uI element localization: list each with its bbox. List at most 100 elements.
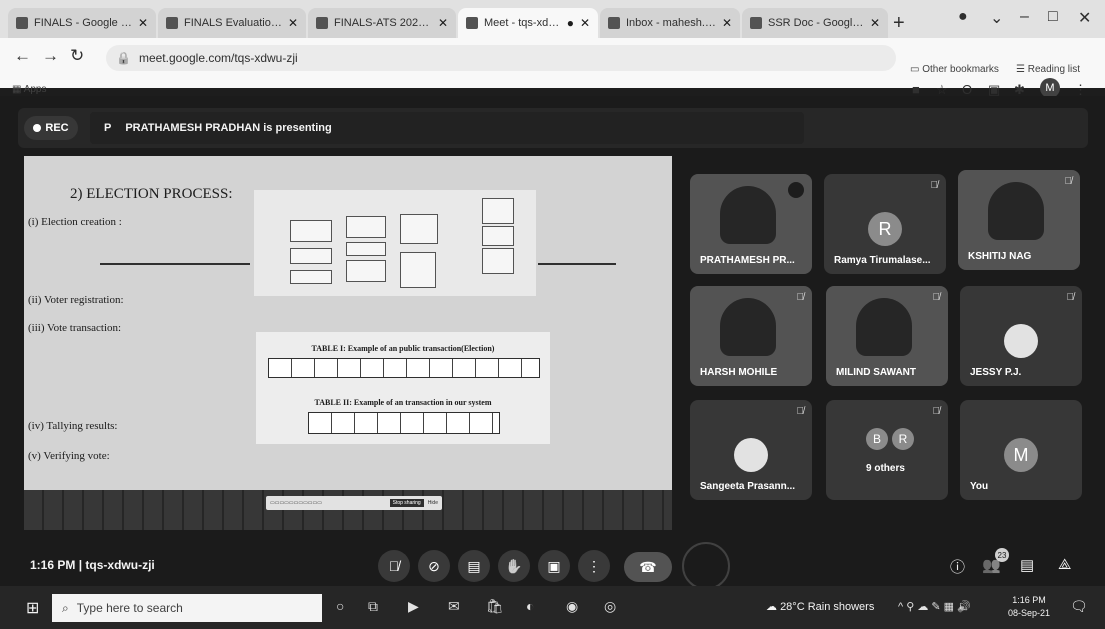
captions-button[interactable]: ▤ bbox=[458, 550, 490, 582]
apps-bookmark[interactable]: ▦ Apps bbox=[12, 84, 46, 95]
task-view-icon[interactable]: ⧉ bbox=[368, 598, 378, 615]
apps-label: Apps bbox=[23, 84, 47, 95]
tab-label: Meet - tqs-xdwu bbox=[484, 17, 561, 29]
mic-off-icon: 🎙̸ bbox=[796, 292, 805, 303]
table-grid bbox=[308, 412, 500, 434]
close-icon[interactable]: ✕ bbox=[580, 16, 590, 30]
participant-tile[interactable]: 🎙̸ HARSH MOHILE bbox=[690, 286, 812, 386]
participant-tile[interactable]: 🎙̸ BR 9 others bbox=[826, 400, 948, 500]
divider bbox=[538, 263, 616, 265]
gmail-icon bbox=[608, 17, 620, 29]
weather-widget[interactable]: ☁ 28°C Rain showers bbox=[766, 600, 874, 613]
participant-tile[interactable]: 🎙̸ Sangeeta Prasann... bbox=[690, 400, 812, 500]
tab-search-icon[interactable]: ⌄ bbox=[990, 8, 1003, 28]
browser-tab-active[interactable]: Meet - tqs-xdwu ● ✕ bbox=[458, 8, 598, 38]
address-toolbar: ← → ↻ 🔒 meet.google.com/tqs-xdwu-zji ■ ☆ … bbox=[0, 38, 1105, 98]
new-tab-button[interactable]: + bbox=[893, 12, 905, 35]
drive-icon bbox=[16, 17, 28, 29]
windows-start-icon[interactable]: ⊞ bbox=[26, 598, 39, 618]
hide-button[interactable]: Hide bbox=[428, 500, 438, 506]
meeting-time: 1:16 PM bbox=[30, 558, 76, 572]
participant-tile[interactable]: PRATHAMESH PR... bbox=[690, 174, 812, 274]
avatar-photo bbox=[734, 438, 768, 472]
reading-list[interactable]: ☰ Reading list bbox=[1016, 64, 1080, 75]
participant-video bbox=[988, 182, 1044, 240]
audio-icon: ● bbox=[566, 16, 574, 30]
chat-icon[interactable]: ▤ bbox=[1020, 556, 1034, 574]
tab-label: FINALS-ATS 2020-20... bbox=[334, 17, 432, 29]
meeting-details: 1:16 PM | tqs-xdwu-zji bbox=[30, 558, 155, 572]
participant-tile[interactable]: 🎙̸ MILIND SAWANT bbox=[826, 286, 948, 386]
process-diagram bbox=[254, 190, 536, 296]
close-icon[interactable]: ✕ bbox=[138, 16, 148, 30]
cortana-icon[interactable]: ○ bbox=[336, 598, 344, 614]
participant-tile[interactable]: 🎙̸ JESSY P.J. bbox=[960, 286, 1082, 386]
media-app-icon[interactable]: ▶ bbox=[408, 598, 419, 615]
extension-icon[interactable]: O bbox=[962, 82, 972, 97]
leave-call-button[interactable]: ☎ bbox=[624, 552, 672, 582]
presentation-strip: REC P PRATHAMESH PRADHAN is presenting bbox=[18, 108, 1088, 148]
participant-tile[interactable]: M You bbox=[960, 400, 1082, 500]
system-tray[interactable]: ^ ⚲ ☁ ✎ ▦ 🔊 bbox=[898, 600, 971, 613]
taskbar-search[interactable]: ⌕ Type here to search bbox=[52, 594, 322, 622]
presenter-banner: P PRATHAMESH PRADHAN is presenting bbox=[90, 112, 804, 144]
mic-off-icon: 🎙̸ bbox=[930, 180, 939, 191]
participant-tile[interactable]: 🎙̸ R Ramya Tirumalase... bbox=[824, 174, 946, 274]
record-dot-icon bbox=[33, 124, 42, 132]
browser-tab[interactable]: FINALS Evaluation She ✕ bbox=[158, 8, 306, 38]
other-bookmarks[interactable]: ▭ Other bookmarks bbox=[910, 64, 999, 75]
raise-hand-button[interactable]: ✋ bbox=[498, 550, 530, 582]
camera-toggle-button[interactable]: ⊘ bbox=[418, 550, 450, 582]
store-icon[interactable]: 🛍 bbox=[486, 598, 504, 615]
tab-label: FINALS - Google Drive bbox=[34, 17, 132, 29]
mic-off-icon: 🎙̸ bbox=[932, 406, 941, 417]
address-bar[interactable]: 🔒 meet.google.com/tqs-xdwu-zji bbox=[106, 45, 896, 71]
browser-tab[interactable]: Inbox - mahesh.angri... ✕ bbox=[600, 8, 740, 38]
participant-count-badge: 23 bbox=[995, 548, 1009, 562]
participant-video bbox=[720, 186, 776, 244]
activities-icon[interactable]: ⟁ bbox=[1058, 556, 1071, 573]
close-icon[interactable]: ✕ bbox=[722, 16, 732, 30]
mic-toggle-button[interactable]: 🎙̸ bbox=[378, 550, 410, 582]
notification-icon[interactable]: 🗨 bbox=[1070, 598, 1088, 615]
chrome-icon[interactable]: ◉ bbox=[566, 598, 578, 615]
participant-name: KSHITIJ NAG bbox=[968, 251, 1032, 262]
browser-tab[interactable]: SSR Doc - Google Do... ✕ bbox=[742, 8, 888, 38]
participant-tile[interactable]: 🎙̸ KSHITIJ NAG bbox=[958, 170, 1080, 270]
forward-button[interactable]: → bbox=[42, 46, 59, 66]
more-vert-icon: ⋮ bbox=[587, 557, 601, 574]
slide-item: (iv) Tallying results: bbox=[28, 420, 118, 432]
present-button[interactable]: ▣ bbox=[538, 550, 570, 582]
reload-button[interactable]: ↻ bbox=[70, 46, 84, 66]
close-icon[interactable]: ✕ bbox=[438, 16, 448, 30]
camera-icon[interactable]: ■ bbox=[912, 82, 920, 97]
more-options-button[interactable]: ⋮ bbox=[578, 550, 610, 582]
close-icon[interactable]: ✕ bbox=[288, 16, 298, 30]
close-icon[interactable]: ✕ bbox=[870, 16, 880, 30]
transaction-tables: TABLE I: Example of an public transactio… bbox=[256, 332, 550, 444]
folder-icon: ▭ bbox=[910, 64, 923, 75]
minimize-button[interactable]: – bbox=[1020, 8, 1029, 26]
presenter-text: PRATHAMESH PRADHAN is presenting bbox=[125, 122, 332, 134]
info-icon[interactable]: ⓘ bbox=[950, 556, 965, 577]
stop-sharing-button[interactable]: Stop sharing bbox=[389, 499, 424, 507]
speaking-icon bbox=[788, 182, 804, 198]
browser-tab[interactable]: FINALS-ATS 2020-20... ✕ bbox=[308, 8, 456, 38]
mail-icon[interactable]: ✉ bbox=[448, 598, 460, 615]
recording-badge[interactable]: REC bbox=[24, 116, 78, 140]
slide-heading: 2) ELECTION PROCESS: bbox=[70, 186, 233, 202]
tab-label: FINALS Evaluation She bbox=[184, 17, 282, 29]
edge-icon[interactable]: ◐ bbox=[526, 598, 534, 614]
back-button[interactable]: ← bbox=[14, 46, 31, 66]
taskbar-clock[interactable]: 1:16 PM 08-Sep-21 bbox=[1008, 594, 1050, 620]
phone-hangup-icon: ☎ bbox=[639, 558, 657, 575]
meeting-code: tqs-xdwu-zji bbox=[85, 558, 155, 572]
profile-avatar[interactable]: M bbox=[1040, 78, 1060, 98]
browser-tab[interactable]: FINALS - Google Drive ✕ bbox=[8, 8, 156, 38]
diagram-box bbox=[290, 248, 332, 264]
divider bbox=[100, 263, 250, 265]
maximize-button[interactable]: □ bbox=[1048, 8, 1058, 26]
app-icon[interactable]: ◎ bbox=[604, 598, 616, 615]
window-close-button[interactable]: ✕ bbox=[1078, 8, 1091, 28]
captions-icon: ▤ bbox=[467, 557, 481, 574]
